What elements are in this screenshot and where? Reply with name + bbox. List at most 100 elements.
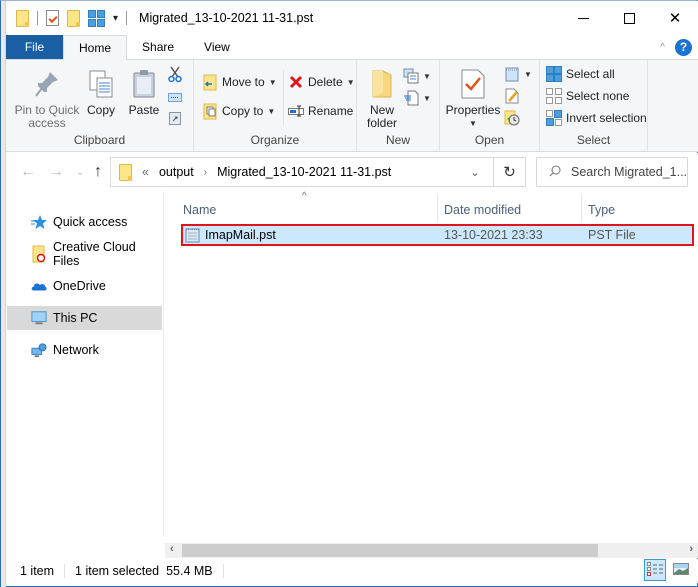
pst-file-icon (185, 227, 201, 246)
star-icon (31, 214, 47, 230)
paste-shortcut-icon[interactable] (167, 110, 183, 126)
copy-path-icon[interactable] (167, 89, 183, 105)
ribbon-group-open: Properties ▼ ▼ Open (440, 60, 540, 151)
invert-selection-label: Invert selection (566, 111, 647, 125)
invert-selection-icon (546, 110, 562, 126)
search-box[interactable]: Search Migrated_1... (536, 157, 688, 187)
title-bar: ▾ Migrated_13-10-2021 11-31.pst ✕ (6, 1, 698, 35)
close-button[interactable]: ✕ (652, 1, 698, 35)
organize-divider (283, 70, 284, 125)
close-icon: ✕ (668, 10, 682, 27)
properties-dropdown-icon: ▼ (469, 119, 477, 128)
tab-share[interactable]: Share (127, 35, 189, 59)
nav-item-label: OneDrive (53, 279, 106, 293)
search-icon (549, 165, 561, 180)
pin-to-quick-access-button[interactable]: Pin to Quick access (12, 68, 82, 130)
details-view-button[interactable] (644, 559, 666, 581)
folder-icon[interactable] (16, 9, 29, 27)
copy-icon (85, 68, 117, 100)
easy-access-button[interactable]: ▼ (403, 90, 431, 106)
copy-label: Copy (86, 103, 115, 117)
select-group-label: Select (576, 133, 611, 147)
breadcrumb-current[interactable]: Migrated_13-10-2021 11-31.pst (217, 165, 391, 179)
view-grid-icon[interactable] (88, 9, 105, 27)
new-group-label: New (385, 133, 410, 147)
address-dropdown-button[interactable]: ⌄ (457, 166, 493, 179)
navigation-bar: ← → ⌄ ↑ « output › Migrated_13-10-2021 1… (6, 153, 698, 191)
nav-item-onedrive[interactable]: OneDrive (7, 274, 162, 298)
tab-home[interactable]: Home (63, 35, 128, 60)
minimize-button[interactable] (560, 1, 606, 35)
help-button[interactable]: ? (675, 38, 692, 56)
ribbon-tabs: File Home Share View ^ ? (6, 35, 698, 60)
minimize-icon (577, 17, 589, 19)
up-button[interactable]: ↑ (94, 163, 102, 181)
select-none-button[interactable]: Select none (546, 88, 629, 104)
move-to-button[interactable]: Move to ▼ (202, 74, 277, 90)
nav-item-this-pc[interactable]: This PC (7, 306, 162, 330)
history-button[interactable] (504, 110, 520, 126)
breadcrumb-separator[interactable]: › (204, 167, 207, 178)
open-button[interactable]: ▼ (504, 66, 532, 82)
new-folder-icon[interactable] (67, 9, 80, 27)
properties-icon[interactable] (46, 10, 59, 26)
rename-label: Rename (308, 104, 354, 118)
scroll-right-button[interactable]: › (689, 543, 693, 555)
copy-to-icon (202, 103, 218, 119)
delete-label: Delete (308, 75, 343, 89)
nav-item-network[interactable]: Network (7, 338, 162, 362)
file-row[interactable]: ImapMail.pst 13-10-2021 23:33 PST File (181, 224, 694, 246)
maximize-button[interactable] (606, 1, 652, 35)
select-none-label: Select none (566, 89, 630, 103)
delete-button[interactable]: Delete ▼ (288, 74, 355, 90)
qat-separator (37, 11, 38, 25)
pin-icon (31, 68, 63, 100)
file-type: PST File (588, 228, 636, 242)
customize-qat-dropdown[interactable]: ▾ (113, 13, 118, 24)
back-button[interactable]: ← (20, 163, 36, 181)
paste-icon (128, 68, 160, 100)
breadcrumb-output[interactable]: output (159, 165, 194, 179)
tab-view[interactable]: View (189, 35, 245, 59)
large-icons-view-button[interactable] (670, 559, 692, 581)
cut-icon[interactable] (167, 66, 183, 82)
properties-button[interactable]: Properties ▼ (444, 68, 502, 130)
copy-to-button[interactable]: Copy to ▼ (202, 103, 275, 119)
nav-item-label: Quick access (53, 215, 128, 229)
edit-button[interactable] (504, 88, 520, 104)
address-bar[interactable]: « output › Migrated_13-10-2021 11-31.pst… (110, 157, 526, 187)
paste-button[interactable]: Paste (126, 68, 162, 117)
column-header-type[interactable]: Type (582, 199, 692, 221)
select-all-label: Select all (566, 67, 615, 81)
file-name: ImapMail.pst (205, 228, 276, 242)
copy-button[interactable]: Copy (84, 68, 118, 117)
forward-button[interactable]: → (48, 163, 64, 181)
select-all-button[interactable]: Select all (546, 66, 615, 82)
new-folder-label-line-2: folder (366, 116, 398, 130)
nav-item-creative-cloud-files[interactable]: Creative Cloud Files (7, 240, 162, 268)
monitor-icon (31, 310, 47, 326)
breadcrumb-overflow[interactable]: « (142, 165, 149, 179)
select-all-icon (546, 66, 562, 82)
refresh-button[interactable]: ↻ (493, 158, 525, 186)
new-folder-button[interactable]: New folder (363, 68, 401, 130)
collapse-ribbon-button[interactable]: ^ (660, 42, 665, 53)
tab-file[interactable]: File (6, 35, 63, 59)
column-header-date-modified[interactable]: Date modified (438, 199, 580, 221)
folder-icon (119, 163, 132, 181)
nav-item-quick-access[interactable]: Quick access (7, 210, 162, 234)
nav-item-label: Network (53, 343, 99, 357)
properties-icon (457, 68, 489, 100)
recent-locations-button[interactable]: ⌄ (76, 167, 84, 178)
column-header-name[interactable]: Name (177, 199, 435, 221)
ribbon-group-organize: Move to ▼ Copy to ▼ Delete ▼ Rename Orga… (194, 60, 357, 151)
scrollbar-thumb[interactable] (182, 544, 598, 557)
horizontal-scrollbar[interactable]: ‹ › (165, 543, 698, 558)
edit-icon (504, 88, 520, 104)
selection-info: 1 item selected 55.4 MB (65, 564, 224, 578)
nav-item-label: This PC (53, 311, 98, 325)
rename-button[interactable]: Rename (288, 103, 353, 119)
invert-selection-button[interactable]: Invert selection (546, 110, 647, 126)
scroll-left-button[interactable]: ‹ (170, 543, 174, 555)
new-item-button[interactable]: ▼ (403, 68, 431, 84)
